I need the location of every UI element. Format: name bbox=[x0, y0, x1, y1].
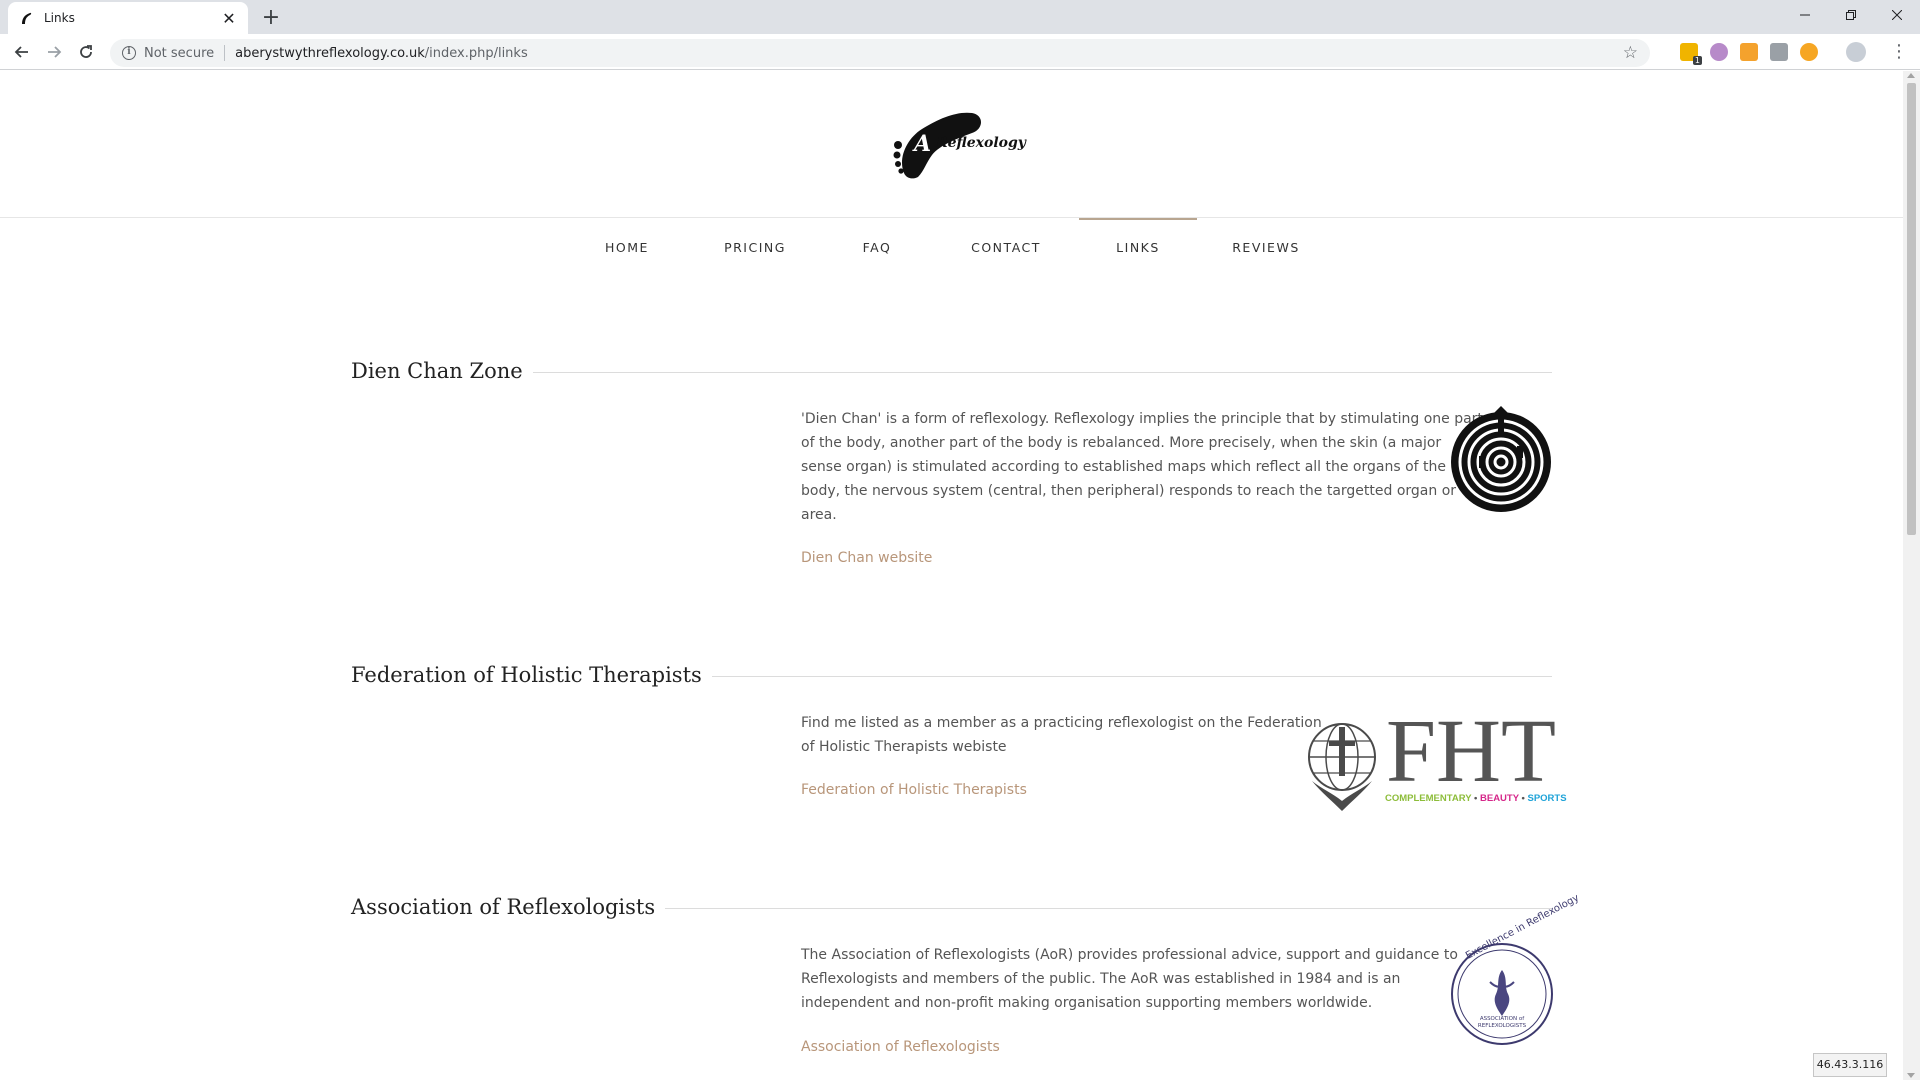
fht-logo: FHT COMPLEMENTARY • BEAUTY • SPORTS bbox=[1306, 707, 1567, 815]
aor-link[interactable]: Association of Reflexologists bbox=[801, 1039, 1000, 1055]
dien-chan-logo bbox=[1449, 406, 1553, 518]
nav-home[interactable]: HOME bbox=[582, 218, 672, 278]
page-scrollbar[interactable] bbox=[1903, 71, 1920, 1080]
dien-chan-description: 'Dien Chan' is a form of reflexology. Re… bbox=[801, 411, 1483, 523]
dien-chan-link[interactable]: Dien Chan website bbox=[801, 550, 932, 566]
nav-pricing[interactable]: PRICING bbox=[710, 218, 800, 278]
close-window-icon[interactable] bbox=[1874, 0, 1920, 30]
fht-wordmark: FHT bbox=[1386, 702, 1557, 801]
restore-icon[interactable] bbox=[1828, 0, 1874, 30]
nav-contact[interactable]: CONTACT bbox=[956, 218, 1056, 278]
section-title-dien-chan: Dien Chan Zone bbox=[351, 359, 533, 383]
reload-icon[interactable] bbox=[74, 40, 98, 64]
omnibox-separator bbox=[224, 45, 226, 61]
browser-menu-icon[interactable]: ⋮ bbox=[1890, 43, 1908, 61]
scroll-down-icon[interactable] bbox=[1907, 1073, 1915, 1078]
browser-tab-strip: Links ✕ + bbox=[0, 0, 1920, 34]
maze-logo-icon bbox=[1451, 406, 1551, 512]
url-path: /index.php/links bbox=[424, 45, 528, 61]
extension-c-icon[interactable] bbox=[1800, 43, 1818, 61]
extension-orange-icon[interactable] bbox=[1740, 43, 1758, 61]
aor-description: The Association of Reflexologists (AoR) … bbox=[801, 947, 1458, 1011]
foot-favicon-icon bbox=[18, 10, 34, 26]
globe-figure-icon bbox=[1308, 723, 1376, 811]
fht-description: Find me listed as a member as a practici… bbox=[801, 715, 1322, 755]
section-title-fht: Federation of Holistic Therapists bbox=[351, 663, 712, 687]
url-host: aberystwythreflexology.co.uk bbox=[235, 45, 425, 61]
ip-address-badge: 46.43.3.116 bbox=[1813, 1053, 1887, 1077]
fht-tagline: COMPLEMENTARY • BEAUTY • SPORTS bbox=[1385, 793, 1567, 804]
new-tab-button[interactable]: + bbox=[258, 5, 284, 31]
bookmark-star-icon[interactable]: ☆ bbox=[1623, 43, 1638, 63]
page-viewport: A Reflexology HOME PRICING FAQ CONTACT L… bbox=[0, 71, 1903, 1080]
window-controls bbox=[1782, 0, 1920, 30]
fht-link[interactable]: Federation of Holistic Therapists bbox=[801, 782, 1027, 798]
security-label: Not secure bbox=[144, 45, 215, 61]
nav-reviews[interactable]: REVIEWS bbox=[1220, 218, 1312, 278]
scroll-thumb[interactable] bbox=[1907, 83, 1916, 535]
extension-gray-icon[interactable] bbox=[1770, 43, 1788, 61]
logo-text: Reflexology bbox=[936, 135, 1026, 151]
svg-text:A: A bbox=[912, 131, 931, 157]
tab-close-icon[interactable]: ✕ bbox=[220, 9, 238, 28]
aor-inner-text: ASSOCIATION of REFLEXOLOGISTS bbox=[1477, 1016, 1527, 1029]
site-header: A Reflexology bbox=[0, 71, 1903, 218]
extension-yellow-icon[interactable]: 1 bbox=[1680, 43, 1702, 65]
minimize-icon[interactable] bbox=[1782, 0, 1828, 30]
forward-arrow-icon[interactable] bbox=[42, 40, 66, 64]
section-title-aor: Association of Reflexologists bbox=[351, 895, 666, 919]
nav-faq[interactable]: FAQ bbox=[842, 218, 912, 278]
address-bar[interactable]: i Not secure aberystwythreflexology.co.u… bbox=[110, 39, 1650, 67]
nav-links[interactable]: LINKS bbox=[1079, 218, 1197, 278]
scroll-up-icon[interactable] bbox=[1907, 73, 1915, 78]
extensions-row: 1 ⋮ bbox=[1680, 42, 1908, 65]
profile-avatar[interactable] bbox=[1846, 42, 1866, 62]
info-icon[interactable]: i bbox=[122, 46, 136, 60]
aor-logo: Excellence in Reflexology ASSOCIATION of… bbox=[1450, 893, 1581, 1046]
main-navigation: HOME PRICING FAQ CONTACT LINKS REVIEWS bbox=[0, 218, 1903, 278]
back-arrow-icon[interactable] bbox=[10, 40, 34, 64]
browser-tab[interactable]: Links ✕ bbox=[8, 2, 248, 34]
browser-toolbar: i Not secure aberystwythreflexology.co.u… bbox=[0, 34, 1920, 70]
tab-title: Links bbox=[44, 11, 75, 25]
extension-purple-icon[interactable] bbox=[1710, 43, 1728, 61]
aor-seal-icon bbox=[1451, 943, 1553, 1045]
site-logo[interactable]: A Reflexology bbox=[892, 107, 1026, 179]
